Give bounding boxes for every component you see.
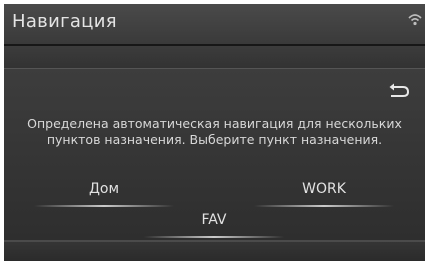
destination-home-label: Дом — [88, 181, 120, 197]
destination-work-button[interactable]: WORK — [254, 181, 394, 207]
destination-select-dialog: Определена автоматическая навигация для … — [4, 68, 425, 241]
button-underline — [34, 205, 174, 207]
destination-work-label: WORK — [302, 181, 346, 197]
background-list-row — [4, 242, 425, 261]
dialog-message: Определена автоматическая навигация для … — [27, 116, 402, 147]
wifi-icon — [408, 14, 422, 26]
page-title: Навигация — [12, 11, 117, 32]
destination-fav-label: FAV — [201, 212, 227, 228]
button-underline — [144, 236, 284, 238]
header-bar: Навигация — [4, 4, 425, 44]
back-arrow-icon[interactable] — [387, 82, 411, 102]
destination-home-button[interactable]: Дом — [34, 181, 174, 207]
button-underline — [254, 205, 394, 207]
navigation-screen: Навигация Определена автоматическая нави… — [4, 4, 425, 261]
destination-fav-button[interactable]: FAV — [144, 212, 284, 238]
